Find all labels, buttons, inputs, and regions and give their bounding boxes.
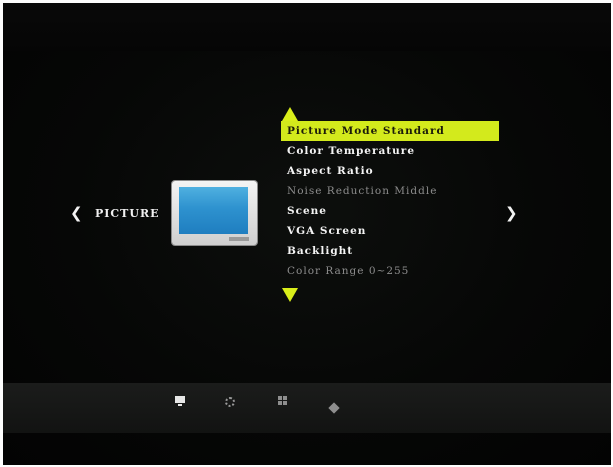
menu-item-picture-mode[interactable]: Picture Mode Standard <box>281 121 499 141</box>
menu-item-aspect-ratio[interactable]: Aspect Ratio <box>281 161 499 181</box>
grid-icon[interactable] <box>278 396 290 408</box>
scroll-up-icon[interactable] <box>282 107 298 121</box>
gear-icon[interactable] <box>224 396 236 408</box>
menu-item-scene[interactable]: Scene <box>281 201 499 221</box>
menu-item-color-range: Color Range 0~255 <box>287 265 410 277</box>
bottom-tab-bar <box>3 383 611 433</box>
monitor-icon-screen <box>179 187 248 234</box>
tv-screen: ❮ PICTURE Picture Mode Standard Color Te… <box>3 3 611 465</box>
next-section-arrow[interactable]: ❯ <box>505 204 518 222</box>
monitor-icon-stand <box>229 237 249 241</box>
menu-item-color-temperature[interactable]: Color Temperature <box>281 141 499 161</box>
top-band <box>3 3 611 51</box>
tv-icon[interactable] <box>175 396 187 408</box>
menu-item-noise-reduction: Noise Reduction Middle <box>287 185 438 197</box>
picture-menu: Picture Mode Standard Color Temperature … <box>281 121 499 281</box>
menu-item-backlight[interactable]: Backlight <box>281 241 499 261</box>
cube-icon[interactable] <box>328 402 342 416</box>
monitor-icon <box>172 181 257 245</box>
scroll-down-icon[interactable] <box>282 288 298 302</box>
section-title: PICTURE <box>95 207 160 220</box>
menu-item-vga-screen[interactable]: VGA Screen <box>281 221 499 241</box>
previous-section-arrow[interactable]: ❮ <box>70 204 83 222</box>
